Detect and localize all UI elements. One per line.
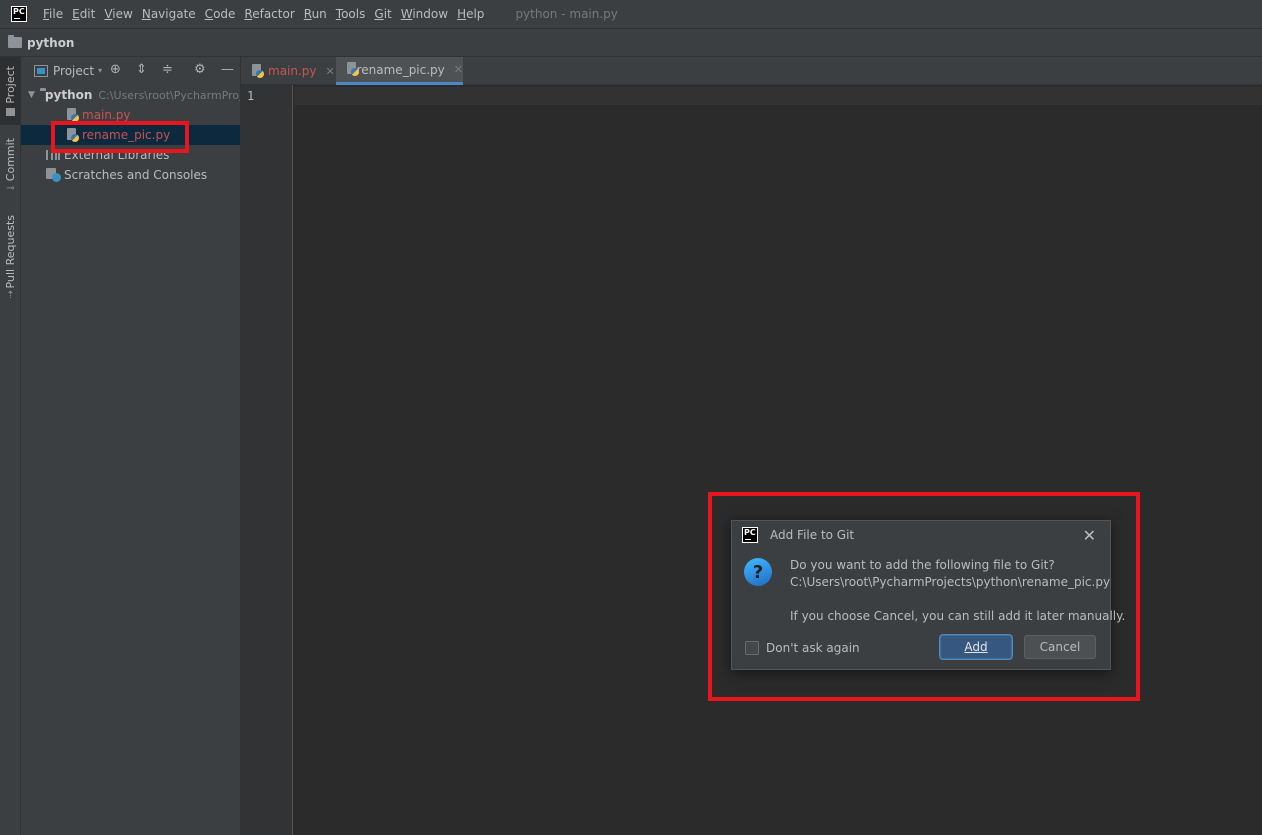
locate-file-icon[interactable]: ⊕ [110,62,121,77]
python-file-icon [251,63,264,79]
tool-tab-commit[interactable]: Commit ⊸ [0,133,21,199]
menu-label-rest: indow [412,7,449,21]
breadcrumb-project[interactable]: python [27,36,74,50]
menu-git[interactable]: Git [374,7,391,21]
window-title: python - main.py [515,7,618,21]
dialog-titlebar: PC Add File to Git ✕ [732,521,1110,549]
root-folder-name: python [44,88,93,102]
menu-label-rest: un [311,7,327,21]
menu-label-rest: dit [79,7,96,21]
menu-window[interactable]: Window [401,7,448,21]
pycharm-logo-icon: PC [742,527,758,543]
menu-navigate[interactable]: Navigate [142,7,196,21]
pull-request-icon: ⇡ [6,290,15,302]
tool-window-strip: Project Commit ⊸ Pull Requests ⇡ [0,57,21,835]
menu-run[interactable]: Run [304,7,327,21]
menu-mnemonic: C [204,7,214,21]
editor-tab-bar: main.py ✕ rename_pic.py ✕ [241,57,1262,85]
dialog-title: Add File to Git [770,528,855,542]
scratches-label: Scratches and Consoles [64,168,208,182]
folder-icon [6,107,15,116]
tab-rename-pic-py[interactable]: rename_pic.py ✕ [336,57,463,85]
tab-main-py[interactable]: main.py ✕ [241,57,336,85]
menu-file[interactable]: File [43,7,63,21]
close-icon[interactable]: ✕ [454,63,463,76]
menu-mnemonic: E [72,7,80,21]
chevron-down-icon[interactable]: ▾ [98,66,102,75]
dialog-question: Do you want to add the following file to… [790,558,1055,572]
menu-mnemonic: W [400,7,413,21]
tab-label: rename_pic.py [356,62,445,77]
project-tool-window: Project ▾ ⊕ ⇕ ≑ ⚙ — ▼ python C:\Users\ro… [21,57,241,835]
menu-mnemonic: G [374,7,384,21]
main-menu: File Edit View Navigate Code Refactor Run Tools… [43,7,493,21]
dialog-note: If you choose Cancel, you can still add … [790,609,1126,623]
hide-panel-icon[interactable]: — [221,62,234,77]
tool-tab-pull-requests-label: Pull Requests [4,214,17,289]
navigation-bar: python [0,28,1262,57]
code-editor[interactable] [294,85,1262,835]
line-number-gutter: 1 [241,85,293,835]
tool-tab-project[interactable]: Project [0,57,21,125]
expand-all-icon[interactable]: ⇕ [136,62,147,77]
pycharm-logo-icon: PC [11,6,27,22]
project-view-icon [34,64,48,77]
menu-mnemonic: H [457,7,467,21]
tool-tab-commit-label: Commit [4,137,17,182]
menu-label-rest: it [383,7,392,21]
menu-label-rest: avigate [150,7,196,21]
project-panel-header: Project ▾ [21,57,240,84]
cancel-button[interactable]: Cancel [1024,635,1096,659]
chevron-down-icon[interactable]: ▼ [28,90,35,100]
tree-scratches-consoles[interactable]: Scratches and Consoles [21,165,240,185]
dont-ask-again-label[interactable]: Don't ask again [766,641,860,655]
menu-bar: PC File Edit View Navigate Code Refactor Run To… [0,0,1262,28]
scratches-icon [46,168,61,182]
file-highlight-box [51,121,189,153]
tab-label: main.py [268,64,317,78]
menu-label-rest: ode [213,7,236,21]
tool-tab-pull-requests[interactable]: Pull Requests ⇡ [0,212,21,304]
menu-tools[interactable]: Tools [336,7,366,21]
commit-icon: ⊸ [6,183,15,195]
menu-refactor[interactable]: Refactor [244,7,294,21]
project-panel-title[interactable]: Project [53,64,94,78]
menu-label-rest: ools [341,7,366,21]
file-name: main.py [82,108,131,122]
add-button[interactable]: Add [940,635,1012,659]
root-folder-path: C:\Users\root\PycharmProjects\python [98,88,240,102]
add-file-to-git-dialog: PC Add File to Git ✕ ? Do you want to ad… [731,520,1125,670]
menu-mnemonic: N [141,7,151,21]
gear-icon[interactable]: ⚙ [194,62,206,77]
menu-mnemonic: R [303,7,312,21]
tool-tab-project-label: Project [4,66,17,104]
menu-label-rest: elp [466,7,485,21]
menu-label-rest: efactor [252,7,295,21]
tree-root-python[interactable]: ▼ python C:\Users\root\PycharmProjects\p… [21,85,240,105]
current-line-highlight [294,87,1262,105]
menu-view[interactable]: View [104,7,132,21]
menu-label-rest: ile [49,7,64,21]
collapse-all-icon[interactable]: ≑ [162,62,173,77]
python-file-icon [346,62,359,77]
folder-icon [8,35,22,48]
line-number: 1 [247,89,255,103]
close-icon[interactable]: ✕ [326,65,335,78]
menu-edit[interactable]: Edit [72,7,95,21]
dont-ask-again-checkbox[interactable] [745,641,759,655]
dialog-file-path: C:\Users\root\PycharmProjects\python\ren… [790,575,1111,589]
menu-label-rest: iew [112,7,133,21]
close-icon[interactable]: ✕ [1083,526,1096,545]
dont-ask-again-option[interactable]: Don't ask again [745,641,860,655]
menu-help[interactable]: Help [457,7,484,21]
menu-code[interactable]: Code [205,7,236,21]
question-icon: ? [744,558,772,586]
